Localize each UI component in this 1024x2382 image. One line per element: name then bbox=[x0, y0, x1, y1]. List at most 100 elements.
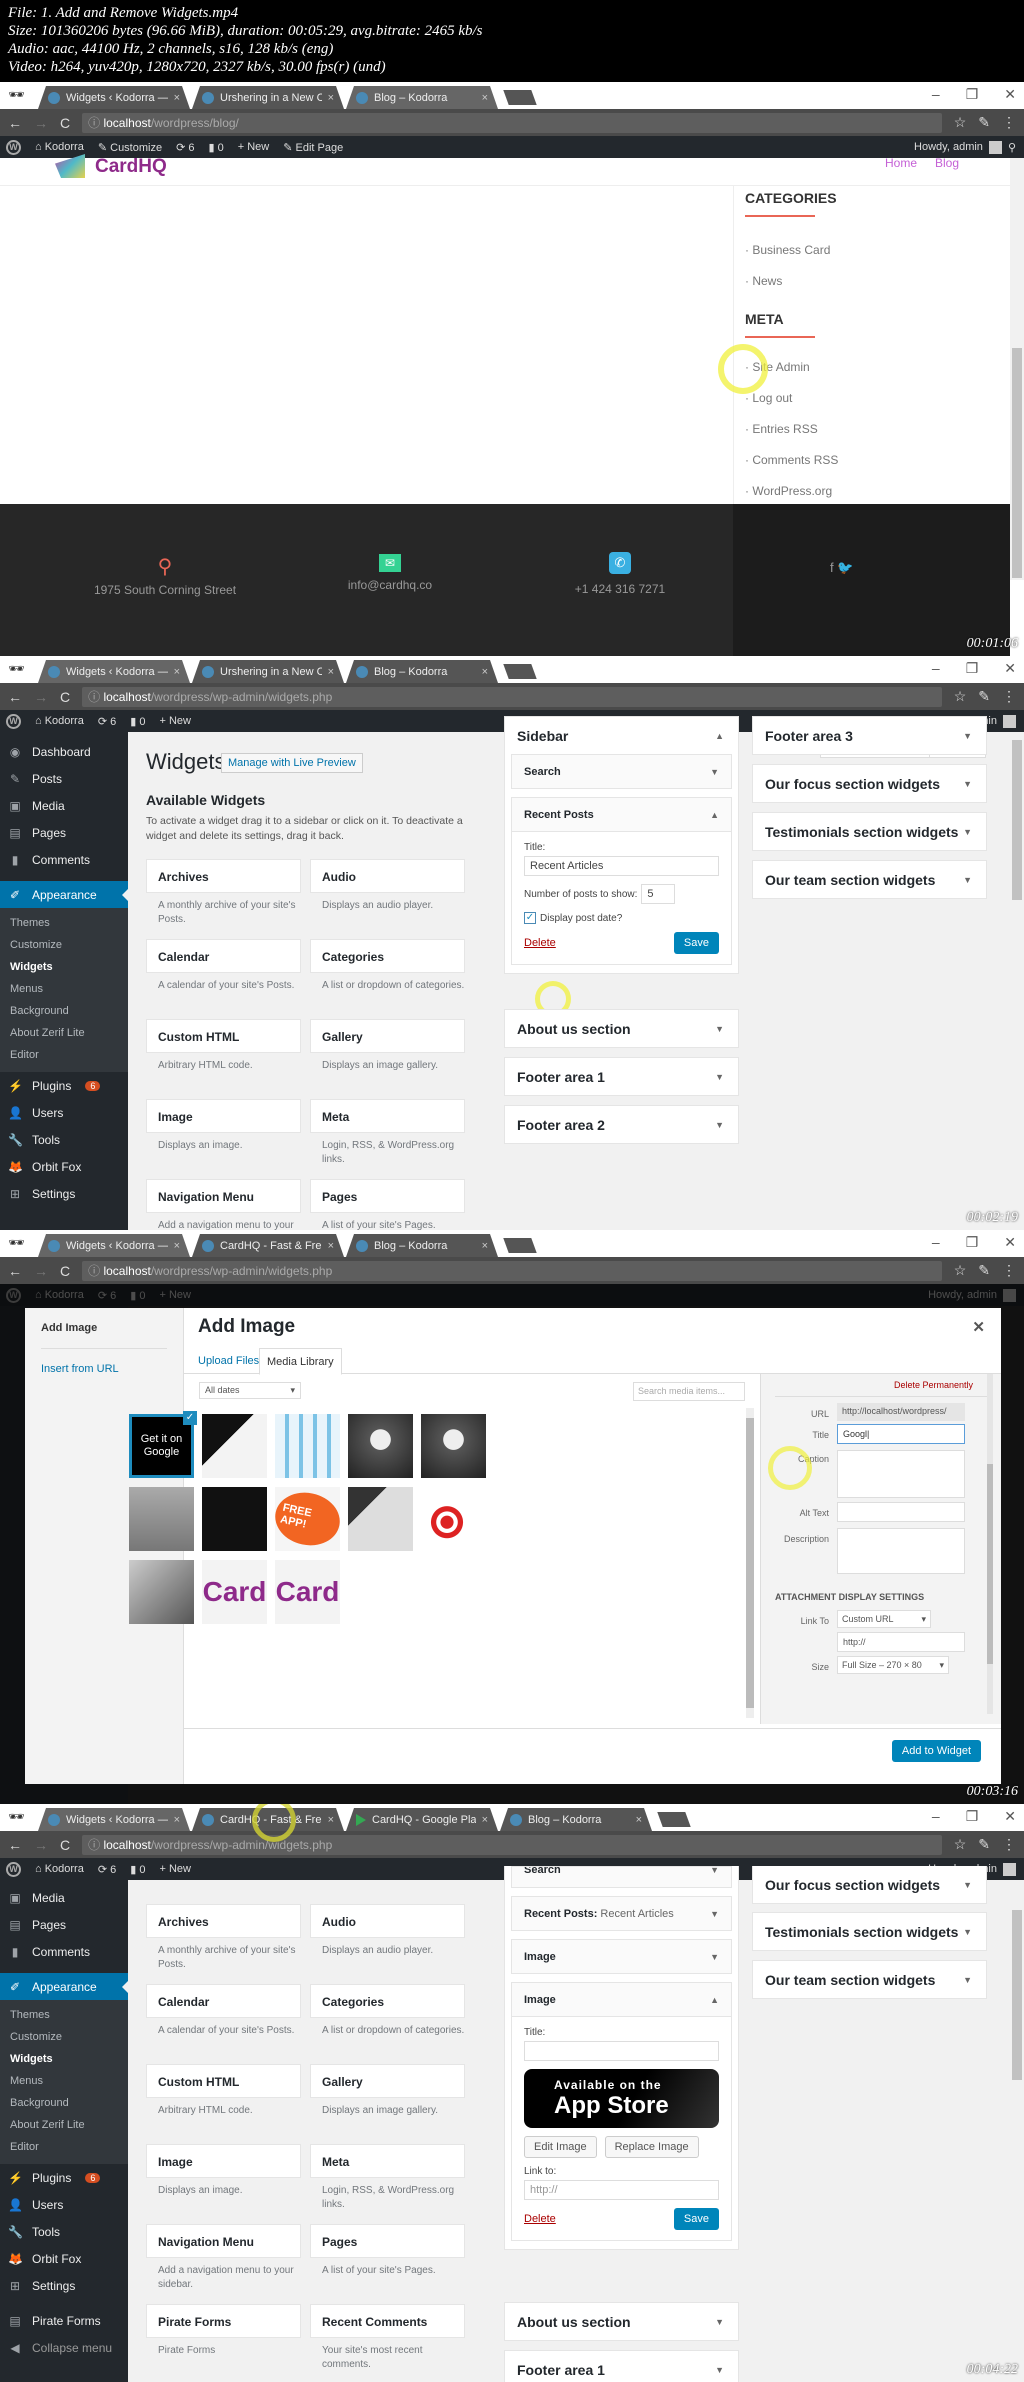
back-icon[interactable]: ← bbox=[8, 689, 22, 705]
caret-down-icon[interactable]: ▼ bbox=[710, 1909, 719, 1919]
live-preview-button[interactable]: Manage with Live Preview bbox=[221, 753, 363, 773]
widget-item[interactable]: Categories bbox=[310, 939, 465, 973]
widget-item[interactable]: Meta bbox=[310, 1099, 465, 1133]
menu-settings[interactable]: ⊞ Settings bbox=[0, 1180, 128, 1207]
star-icon[interactable]: ☆ bbox=[954, 114, 967, 131]
replace-image-button[interactable]: Replace Image bbox=[604, 2136, 699, 2158]
media-thumbnail[interactable]: Card bbox=[202, 1560, 267, 1624]
caret-up-icon[interactable]: ▲ bbox=[715, 731, 724, 741]
close-window-icon[interactable]: ✕ bbox=[1004, 86, 1016, 103]
reload-icon[interactable]: C bbox=[60, 689, 70, 705]
menu-posts[interactable]: ✎ Posts bbox=[0, 765, 128, 792]
widget-area[interactable]: Testimonials section widgets ▼ bbox=[752, 812, 987, 851]
caret-down-icon[interactable]: ▼ bbox=[710, 1867, 719, 1875]
new-tab-button[interactable] bbox=[503, 90, 537, 105]
widget-area[interactable]: Our focus section widgets ▼ bbox=[752, 764, 987, 803]
new-tab-button[interactable] bbox=[503, 664, 537, 679]
attachment-url-field[interactable]: http://localhost/wordpress/ bbox=[837, 1403, 965, 1421]
submenu-about[interactable]: About Zerif Lite bbox=[0, 2114, 128, 2136]
close-tab-icon[interactable]: × bbox=[174, 666, 180, 678]
delete-link[interactable]: Delete bbox=[524, 937, 556, 949]
close-tab-icon[interactable]: × bbox=[328, 1240, 334, 1252]
caret-down-icon[interactable]: ▼ bbox=[963, 1880, 972, 1890]
close-window-icon[interactable]: ✕ bbox=[1004, 1234, 1016, 1251]
widget-item[interactable]: Pirate Forms bbox=[146, 2304, 301, 2338]
widget-item[interactable]: Meta bbox=[310, 2144, 465, 2178]
star-icon[interactable]: ☆ bbox=[954, 1262, 967, 1279]
comments-link[interactable]: ▮ 0 bbox=[130, 1289, 145, 1302]
site-name-link[interactable]: ⌂ Kodorra bbox=[35, 715, 84, 727]
menu-tools[interactable]: 🔧 Tools bbox=[0, 1126, 128, 1153]
close-tab-icon[interactable]: × bbox=[174, 1240, 180, 1252]
widget-item[interactable]: Audio bbox=[310, 859, 465, 893]
submenu-widgets[interactable]: Widgets bbox=[0, 956, 128, 978]
browser-tab[interactable]: Blog – Kodorra × bbox=[346, 86, 498, 109]
updates-link[interactable]: ⟳ 6 bbox=[176, 141, 194, 154]
widget-item[interactable]: Pages bbox=[310, 1179, 465, 1213]
maximize-icon[interactable]: ❐ bbox=[966, 660, 979, 677]
menu-orbitfox[interactable]: 🦊 Orbit Fox bbox=[0, 1153, 128, 1180]
collapse-menu[interactable]: ◀ Collapse menu bbox=[0, 2334, 128, 2361]
close-tab-icon[interactable]: × bbox=[482, 666, 488, 678]
title-input[interactable] bbox=[524, 2041, 719, 2061]
tab-upload-files[interactable]: Upload Files bbox=[198, 1355, 259, 1367]
maximize-icon[interactable]: ❐ bbox=[966, 1808, 979, 1825]
caption-textarea[interactable] bbox=[837, 1450, 965, 1498]
media-thumbnail[interactable]: FREE APP! bbox=[270, 1486, 345, 1552]
minimize-icon[interactable]: – bbox=[932, 1808, 940, 1825]
reload-icon[interactable]: C bbox=[60, 1837, 70, 1853]
site-name-link[interactable]: ⌂ Kodorra bbox=[35, 141, 84, 153]
updates-link[interactable]: ⟳ 6 bbox=[98, 1289, 116, 1302]
menu-comments[interactable]: ▮ Comments bbox=[0, 846, 128, 873]
caret-down-icon[interactable]: ▼ bbox=[715, 1024, 724, 1034]
menu-icon[interactable]: ⋮ bbox=[1002, 1262, 1016, 1279]
menu-icon[interactable]: ⋮ bbox=[1002, 1836, 1016, 1853]
caret-down-icon[interactable]: ▼ bbox=[715, 1072, 724, 1082]
maximize-icon[interactable]: ❐ bbox=[966, 86, 979, 103]
widget-item[interactable]: Recent Comments bbox=[310, 2304, 465, 2338]
browser-tab[interactable]: Widgets ‹ Kodorra — W× bbox=[38, 86, 190, 109]
close-tab-icon[interactable]: × bbox=[328, 1814, 334, 1826]
browser-tab[interactable]: Urshering in a New Con× bbox=[192, 86, 344, 109]
area-header[interactable]: Sidebar ▲ bbox=[505, 717, 738, 754]
category-link[interactable]: · News bbox=[745, 266, 1005, 297]
widget-area[interactable]: Footer area 3 ▼ bbox=[752, 716, 987, 755]
site-name-link[interactable]: ⌂ Kodorra bbox=[35, 1863, 84, 1875]
reload-icon[interactable]: C bbox=[60, 1263, 70, 1279]
widget-area[interactable]: Our team section widgets ▼ bbox=[752, 1960, 987, 1999]
url-input[interactable]: ⓘ localhost/wordpress/blog/ bbox=[82, 112, 942, 133]
minimize-icon[interactable]: – bbox=[932, 660, 940, 677]
maximize-icon[interactable]: ❐ bbox=[966, 1234, 979, 1251]
close-tab-icon[interactable]: × bbox=[482, 1240, 488, 1252]
browser-tab[interactable]: Widgets ‹ Kodorra — W× bbox=[38, 1808, 190, 1831]
menu-users[interactable]: 👤 Users bbox=[0, 2191, 128, 2218]
menu-pirate-forms[interactable]: ▤ Pirate Forms bbox=[0, 2307, 128, 2334]
widget-item[interactable]: Custom HTML bbox=[146, 1019, 301, 1053]
meta-link[interactable]: · Site Admin bbox=[745, 352, 1005, 383]
reload-icon[interactable]: C bbox=[60, 115, 70, 131]
menu-plugins[interactable]: ⚡ Plugins 6 bbox=[0, 2164, 128, 2191]
media-menu-add-image[interactable]: Add Image bbox=[25, 1308, 183, 1348]
wordpress-logo-icon[interactable]: W bbox=[6, 139, 21, 155]
widget-area[interactable]: Our focus section widgets ▼ bbox=[752, 1866, 987, 1904]
new-link[interactable]: + New bbox=[159, 715, 191, 727]
submenu-menus[interactable]: Menus bbox=[0, 2070, 128, 2092]
menu-tools[interactable]: 🔧 Tools bbox=[0, 2218, 128, 2245]
widget-item[interactable]: Gallery bbox=[310, 2064, 465, 2098]
widget-item[interactable]: Archives bbox=[146, 1904, 301, 1938]
close-tab-icon[interactable]: × bbox=[328, 666, 334, 678]
add-to-widget-button[interactable]: Add to Widget bbox=[891, 1740, 981, 1762]
meta-link[interactable]: · Log out bbox=[745, 383, 1005, 414]
submenu-widgets[interactable]: Widgets bbox=[0, 2048, 128, 2070]
new-tab-button[interactable] bbox=[657, 1812, 691, 1827]
back-icon[interactable]: ← bbox=[8, 1837, 22, 1853]
widget-item[interactable]: Calendar bbox=[146, 1984, 301, 2018]
back-icon[interactable]: ← bbox=[8, 1263, 22, 1279]
browser-tab[interactable]: CardHQ - Google Play × bbox=[346, 1808, 498, 1831]
menu-media[interactable]: ▣ Media bbox=[0, 1884, 128, 1911]
save-button[interactable]: Save bbox=[673, 2208, 719, 2230]
submenu-customize[interactable]: Customize bbox=[0, 2026, 128, 2048]
social-icons[interactable]: f 🐦 bbox=[830, 560, 853, 576]
star-icon[interactable]: ☆ bbox=[954, 688, 967, 705]
widget-area[interactable]: About us section ▼ bbox=[504, 2302, 739, 2341]
